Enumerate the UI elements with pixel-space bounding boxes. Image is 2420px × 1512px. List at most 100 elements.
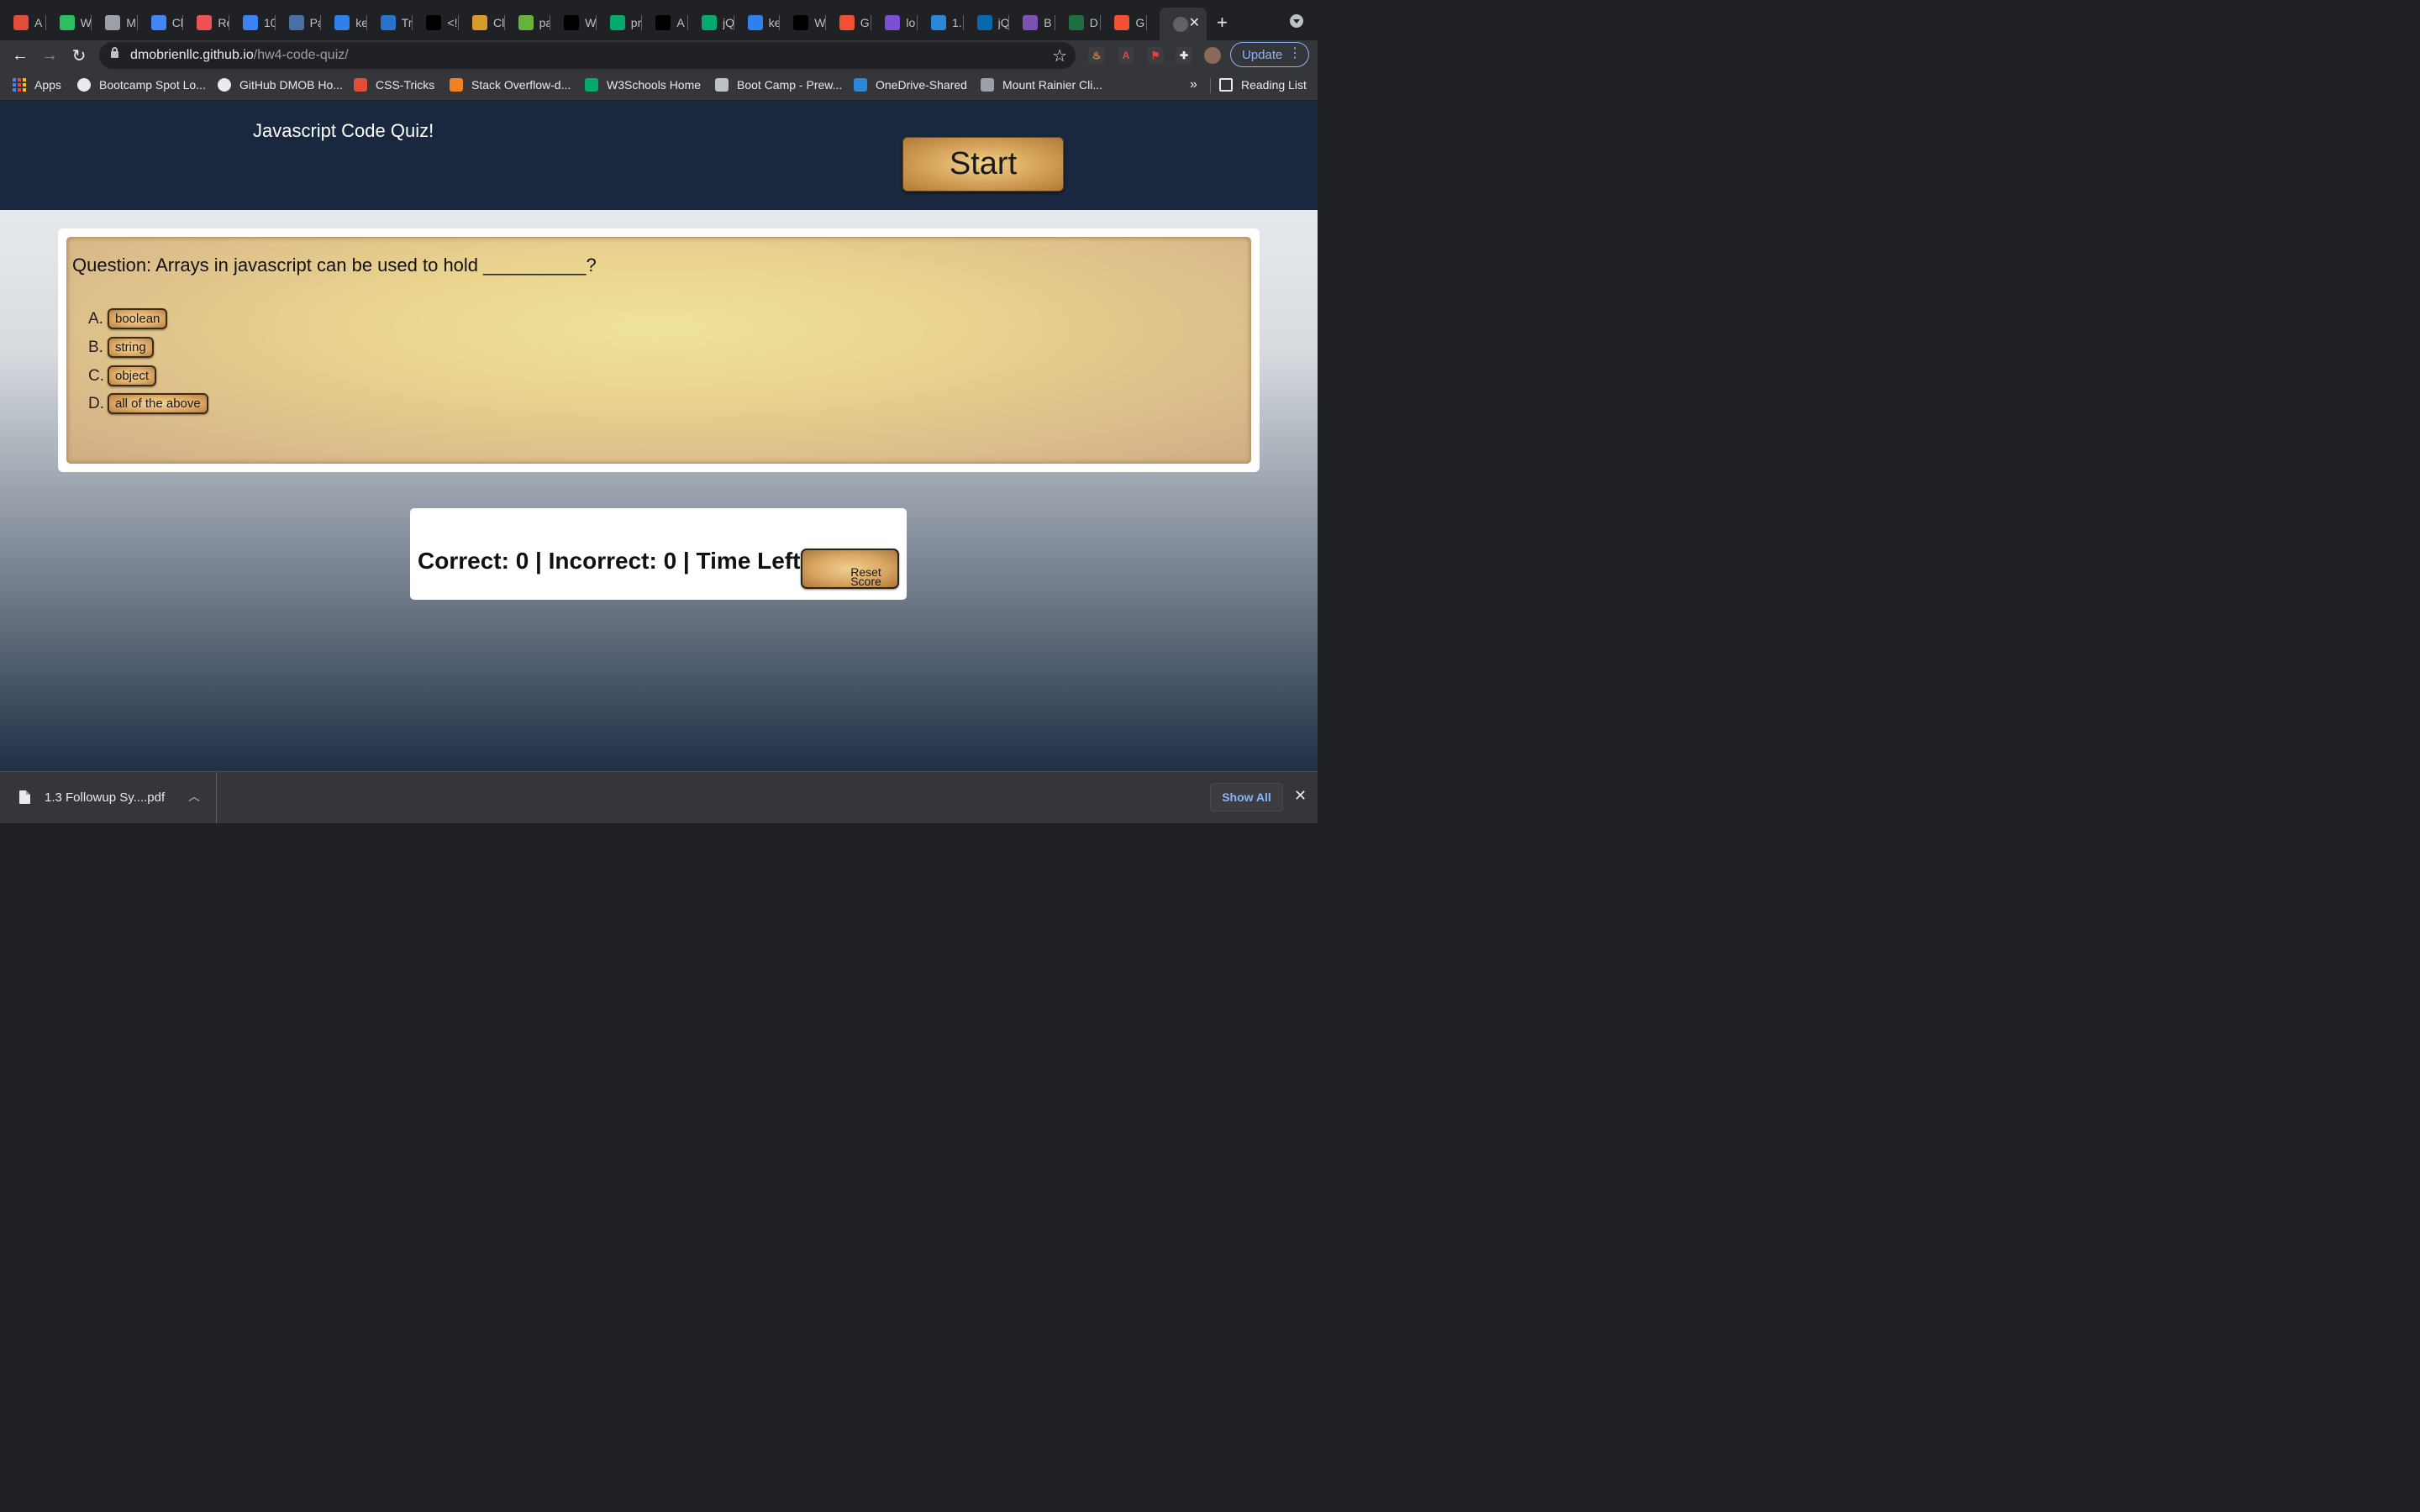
url-text[interactable]: dmobrienllc.github.io/hw4-code-quiz/: [130, 48, 349, 63]
tab-title: <!: [447, 16, 458, 29]
bookmark-item[interactable]: W3Schools Home: [585, 78, 701, 92]
browser-tab[interactable]: G: [826, 8, 872, 38]
onedrive-icon: [931, 15, 946, 30]
tab-title: 10: [264, 16, 276, 29]
download-item[interactable]: 1.3 Followup Sy....pdf ︿: [0, 772, 217, 823]
extension-fire-icon[interactable]: ♨: [1088, 47, 1105, 64]
browser-tab[interactable]: 10: [229, 8, 276, 38]
bookmark-item[interactable]: Boot Camp - Prew...: [715, 78, 842, 92]
browser-tab[interactable]: <!: [413, 8, 459, 38]
extensions-puzzle-icon[interactable]: ✚: [1176, 47, 1192, 64]
bookmark-item[interactable]: Apps: [13, 78, 61, 92]
browser-tab[interactable]: M: [92, 8, 138, 38]
browser-tab[interactable]: Re: [183, 8, 229, 38]
grid-dot: [13, 83, 16, 87]
tab-search-icon[interactable]: [1290, 14, 1303, 28]
browser-tab[interactable]: D: [1055, 8, 1102, 38]
grid-dot: [13, 88, 16, 92]
bookmark-item[interactable]: GitHub DMOB Ho...: [218, 78, 343, 92]
browser-tab[interactable]: ke: [321, 8, 367, 38]
reading-list-label: Reading List: [1241, 78, 1307, 92]
asterisk-icon: [13, 15, 29, 30]
answer-button-d[interactable]: all of the above: [108, 393, 208, 414]
lock-icon[interactable]: [111, 47, 118, 58]
update-button[interactable]: Update ⋮: [1230, 42, 1309, 67]
browser-tab[interactable]: ke: [734, 8, 781, 38]
rocket-icon: [885, 15, 901, 30]
show-all-button[interactable]: Show All: [1210, 783, 1283, 811]
reload-icon[interactable]: ↻: [67, 44, 91, 67]
extension-flag-icon[interactable]: ⚑: [1147, 47, 1164, 64]
bookmarks-bar: Apps Bootcamp Spot Lo... GitHub DMOB Ho...…: [0, 71, 1318, 101]
tab-title: M: [126, 16, 136, 29]
reset-label-line2: Score: [850, 575, 881, 588]
more-bookmarks-icon[interactable]: »: [1190, 77, 1197, 92]
browser-tab[interactable]: Cl: [459, 8, 505, 38]
asterisk-icon: [354, 78, 367, 92]
github-icon: [218, 78, 231, 92]
bookmark-item[interactable]: Stack Overflow-d...: [450, 78, 571, 92]
globe-icon: [77, 78, 91, 92]
answer-button-b[interactable]: string: [108, 337, 154, 358]
quiz-header: Javascript Code Quiz! Start: [0, 101, 1318, 210]
close-icon[interactable]: ✕: [1294, 787, 1307, 805]
tab-active[interactable]: ✕: [1160, 8, 1207, 40]
tab-title: G: [860, 16, 870, 29]
browser-tab[interactable]: pr: [597, 8, 643, 38]
bookmark-item[interactable]: Mount Rainier Cli...: [981, 78, 1102, 92]
answer-item: A. boolean: [88, 308, 168, 329]
url-path: /hw4-code-quiz/: [253, 48, 349, 62]
forward-icon[interactable]: →: [38, 44, 61, 67]
grid-dot: [18, 83, 21, 87]
start-button[interactable]: Start: [902, 137, 1064, 192]
browser-tab[interactable]: Tr: [367, 8, 413, 38]
browser-tab[interactable]: A: [642, 8, 688, 38]
tab-title: Tr: [401, 16, 413, 29]
browser-tab[interactable]: lo: [871, 8, 918, 38]
browser-tab[interactable]: Pa: [276, 8, 322, 38]
browser-tab[interactable]: W: [780, 8, 826, 38]
browser-tab[interactable]: jQ: [964, 8, 1010, 38]
close-icon[interactable]: ✕: [1189, 14, 1200, 31]
browser-tab[interactable]: Cl: [138, 8, 184, 38]
profile-avatar[interactable]: [1204, 47, 1221, 64]
coursera-icon: [380, 15, 396, 30]
bookmark-label: Mount Rainier Cli...: [1002, 78, 1103, 92]
reading-list-icon: [1219, 78, 1233, 92]
browser-tab[interactable]: B: [1009, 8, 1055, 38]
udemy-icon: [197, 15, 213, 30]
answer-button-c[interactable]: object: [108, 365, 157, 386]
bookmark-item[interactable]: Bootcamp Spot Lo...: [77, 78, 206, 92]
excel-icon: [1068, 15, 1084, 30]
tab-title: W: [80, 16, 92, 29]
browser-tab[interactable]: W: [550, 8, 597, 38]
onedrive-icon: [854, 78, 867, 92]
reading-list[interactable]: Reading List: [1219, 78, 1307, 92]
back-icon[interactable]: ←: [8, 44, 32, 67]
answer-button-a[interactable]: boolean: [108, 308, 168, 329]
browser-tab[interactable]: W: [46, 8, 92, 38]
tab-title: A: [676, 16, 685, 29]
answer-item: D. all of the above: [88, 393, 208, 414]
bookmark-star-icon[interactable]: ☆: [1052, 45, 1067, 66]
address-bar[interactable]: dmobrienllc.github.io/hw4-code-quiz/ ☆: [99, 42, 1076, 69]
tab-title: 1.: [952, 16, 962, 29]
apps-grid-icon: [13, 78, 26, 92]
browser-tab[interactable]: A: [0, 8, 46, 38]
new-tab-button[interactable]: +: [1217, 12, 1228, 34]
answer-letter: A.: [88, 309, 103, 328]
bookmark-item[interactable]: OneDrive-Shared: [854, 78, 967, 92]
browser-tab[interactable]: G: [1101, 8, 1147, 38]
menu-dots-icon[interactable]: ⋮: [1288, 46, 1302, 61]
bookmark-item[interactable]: CSS-Tricks: [354, 78, 434, 92]
grid-dot: [18, 88, 21, 92]
browser-tab[interactable]: pa: [505, 8, 551, 38]
reset-score-button[interactable]: Reset Score: [801, 549, 899, 589]
tab-title: G: [1135, 16, 1145, 29]
extension-angular-icon[interactable]: A: [1118, 47, 1134, 64]
chevron-up-icon[interactable]: ︿: [188, 788, 200, 805]
browser-tab[interactable]: 1.: [918, 8, 964, 38]
terminal-icon: [243, 15, 258, 30]
browser-tab[interactable]: jQ: [688, 8, 734, 38]
update-label: Update: [1242, 47, 1283, 62]
